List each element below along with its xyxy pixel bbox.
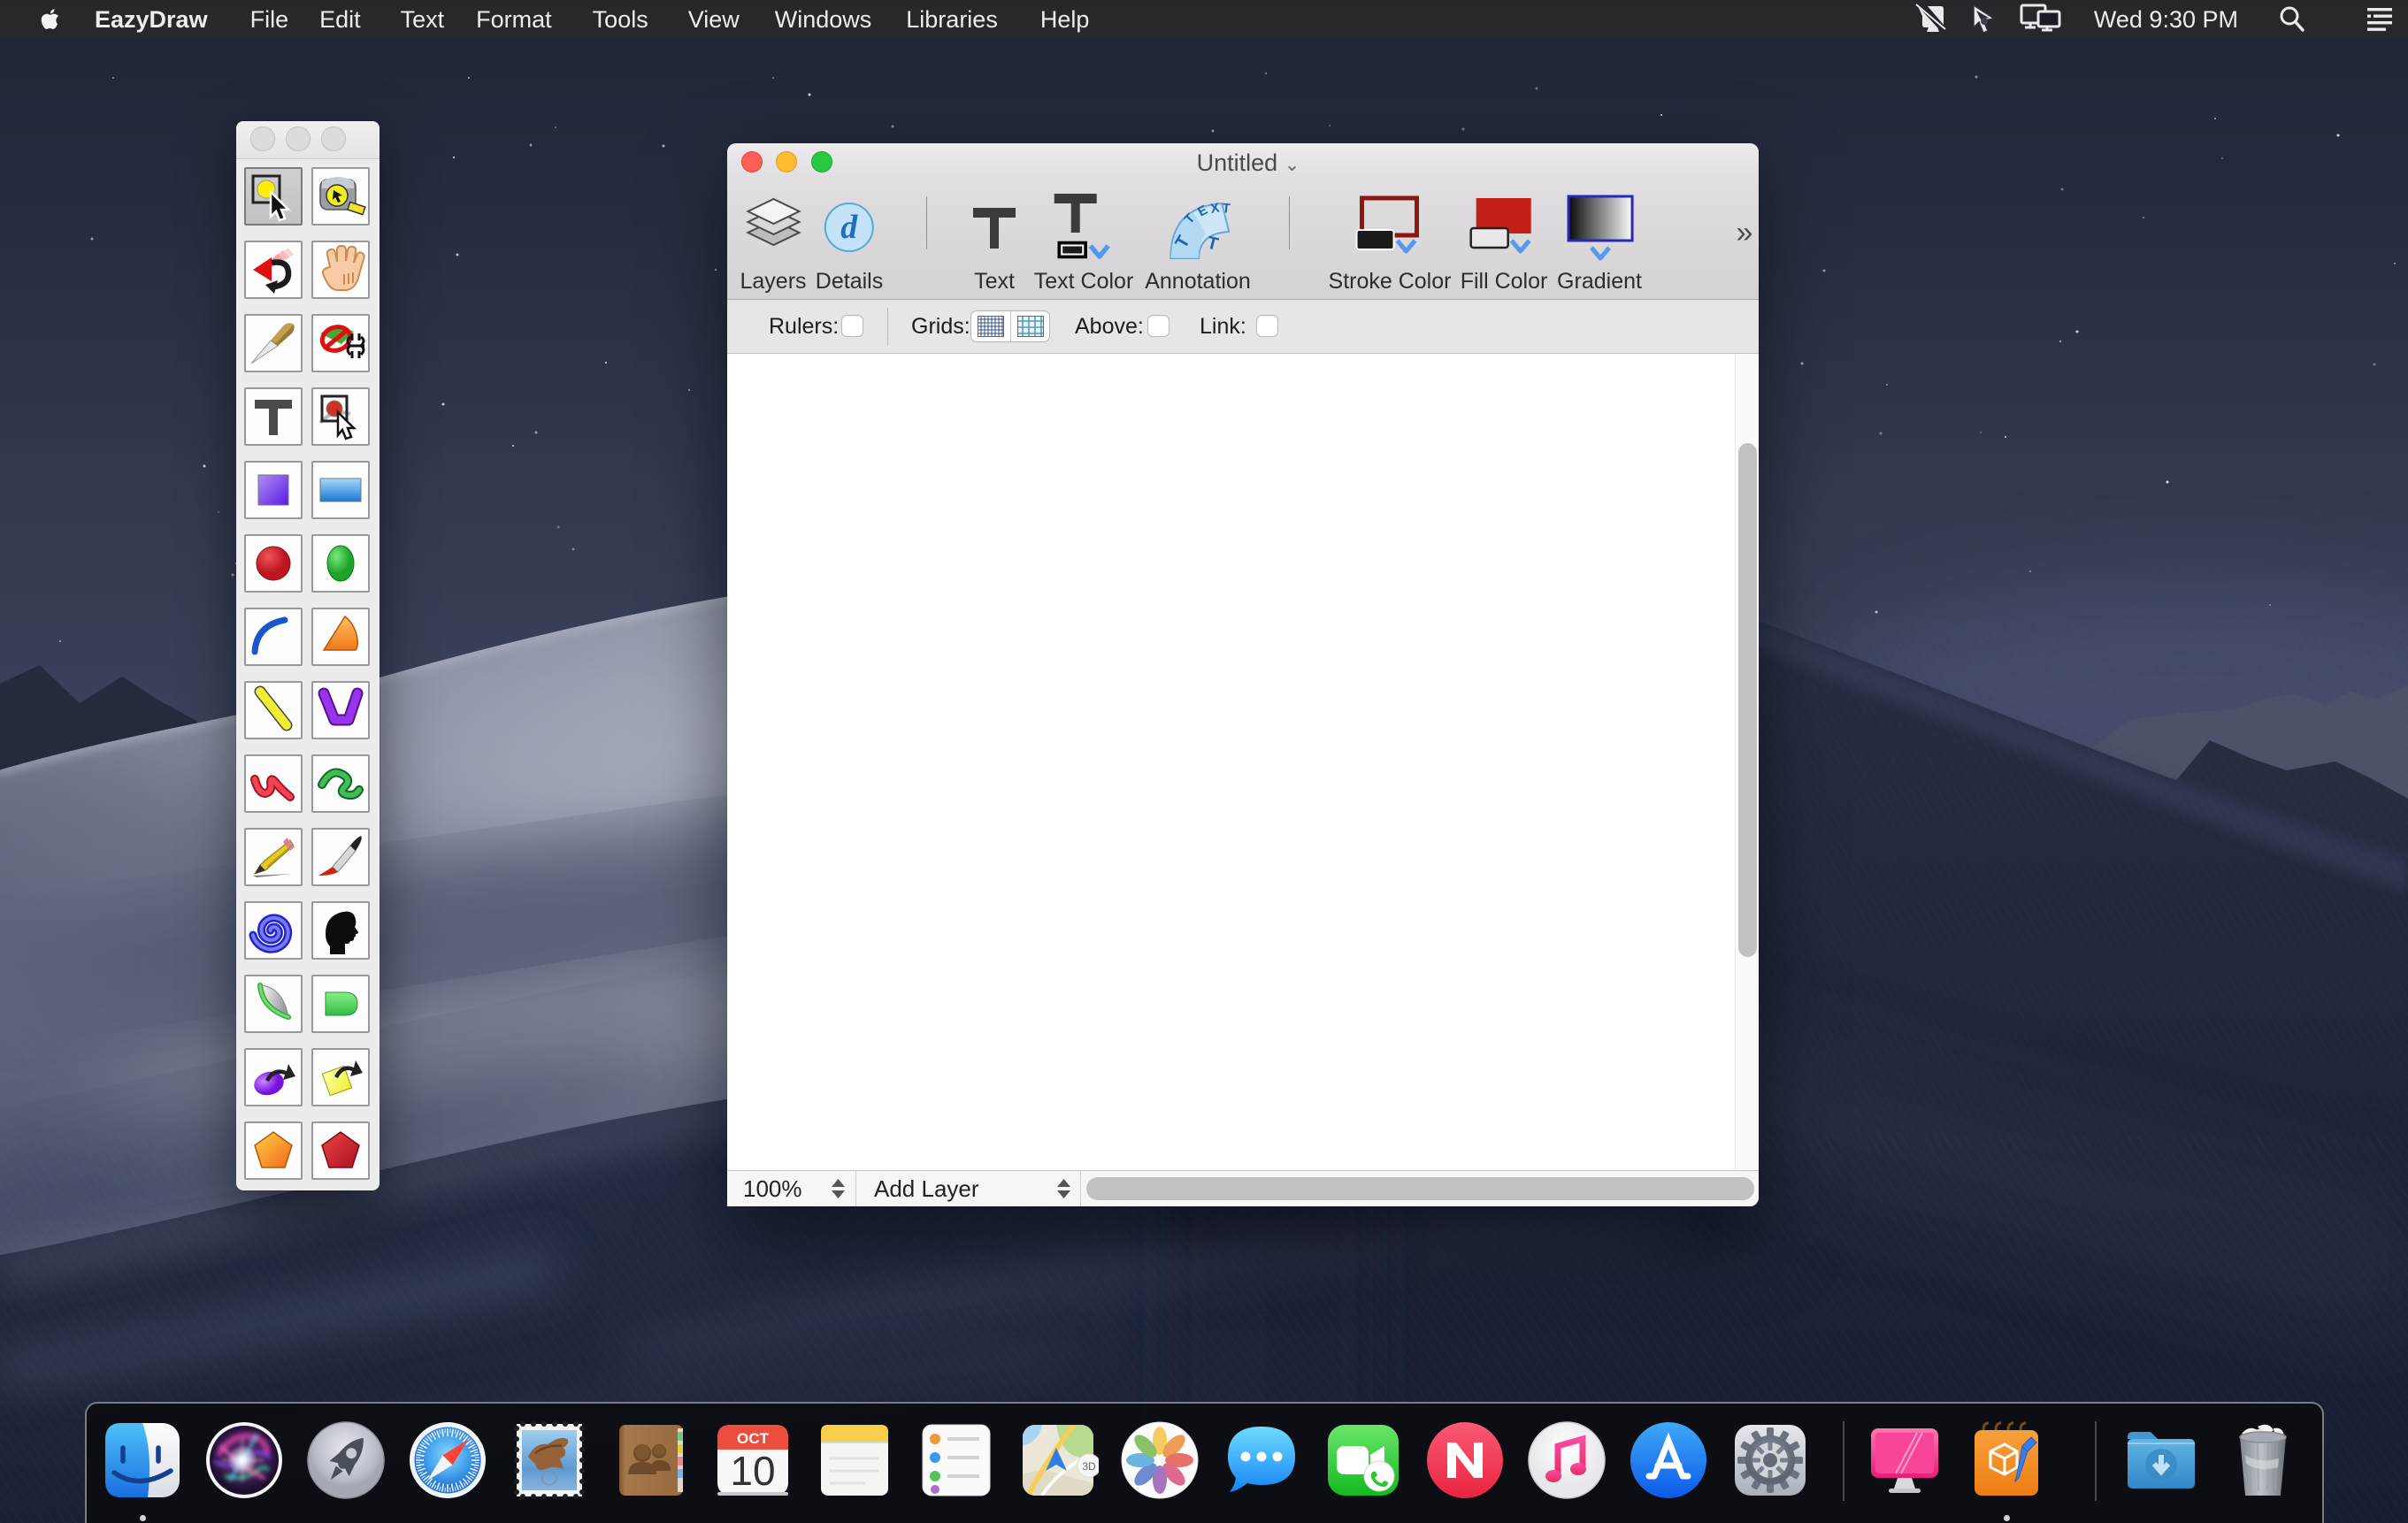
svg-text:X: X xyxy=(1209,200,1221,216)
svg-text:T: T xyxy=(1222,201,1231,217)
svg-text:3D: 3D xyxy=(1082,1460,1096,1473)
svg-text:OCT: OCT xyxy=(737,1430,770,1447)
svg-text:d: d xyxy=(840,209,858,246)
svg-text:10: 10 xyxy=(730,1448,775,1494)
